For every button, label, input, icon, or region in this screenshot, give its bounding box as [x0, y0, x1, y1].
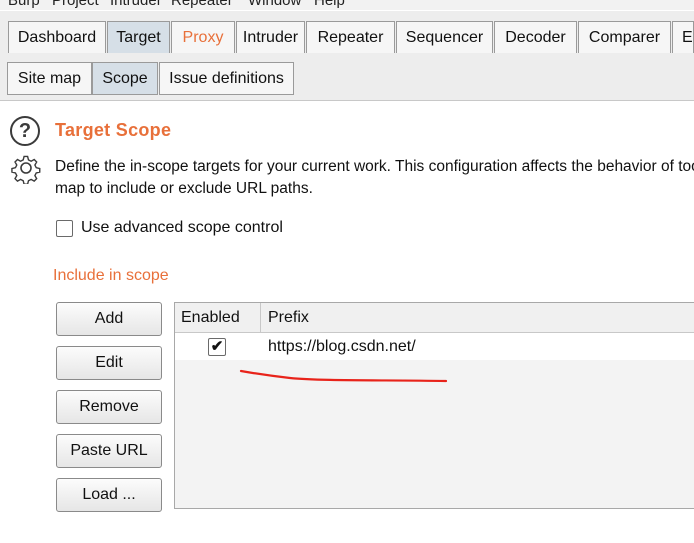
row-enabled-checkbox[interactable]: ✔ — [208, 338, 226, 356]
paste-url-button[interactable]: Paste URL — [56, 434, 162, 468]
main-tab-bar: Dashboard Target Proxy Intruder Repeater… — [0, 11, 694, 57]
menu-repeater[interactable]: Repeater — [171, 0, 233, 10]
add-button[interactable]: Add — [56, 302, 162, 336]
advanced-scope-label[interactable]: Use advanced scope control — [81, 219, 283, 237]
edit-button[interactable]: Edit — [56, 346, 162, 380]
subtab-scope[interactable]: Scope — [92, 62, 158, 95]
description-line-2: map to include or exclude URL paths. — [55, 180, 313, 197]
tab-comparer[interactable]: Comparer — [578, 21, 671, 53]
include-in-scope-label: Include in scope — [53, 267, 169, 284]
tab-dashboard[interactable]: Dashboard — [8, 21, 106, 53]
gear-icon[interactable] — [10, 152, 42, 184]
description-line-1: Define the in-scope targets for your cur… — [55, 158, 694, 175]
table-row[interactable]: ✔ https://blog.csdn.net/ — [175, 333, 694, 360]
tab-intruder[interactable]: Intruder — [236, 21, 305, 53]
menu-intruder[interactable]: Intruder — [110, 0, 162, 10]
tab-extender[interactable]: E — [672, 21, 694, 53]
load-button[interactable]: Load ... — [56, 478, 162, 512]
sub-tab-bar: Site map Scope Issue definitions — [0, 56, 694, 101]
tab-target[interactable]: Target — [107, 21, 170, 53]
tab-decoder[interactable]: Decoder — [494, 21, 577, 53]
remove-button[interactable]: Remove — [56, 390, 162, 424]
subtab-issue-definitions[interactable]: Issue definitions — [159, 62, 294, 95]
column-header-prefix[interactable]: Prefix — [268, 303, 309, 332]
table-header: Enabled Prefix — [175, 303, 694, 333]
menu-bar: Burp Project Intruder Repeater Window He… — [0, 0, 694, 10]
include-scope-table[interactable]: Enabled Prefix ✔ https://blog.csdn.net/ — [174, 302, 694, 509]
tab-repeater[interactable]: Repeater — [306, 21, 395, 53]
menu-help[interactable]: Help — [314, 0, 345, 10]
page-title: Target Scope — [55, 120, 172, 140]
help-circle-icon[interactable]: ? — [10, 116, 40, 146]
tab-proxy[interactable]: Proxy — [171, 21, 235, 53]
menu-project[interactable]: Project — [52, 0, 99, 10]
scope-description: Define the in-scope targets for your cur… — [55, 156, 694, 200]
column-divider[interactable] — [260, 303, 261, 332]
menu-burp[interactable]: Burp — [8, 0, 40, 10]
row-prefix: https://blog.csdn.net/ — [268, 338, 416, 355]
advanced-scope-checkbox[interactable] — [56, 220, 73, 237]
subtab-site-map[interactable]: Site map — [7, 62, 92, 95]
menu-window[interactable]: Window — [248, 0, 301, 10]
tab-sequencer[interactable]: Sequencer — [396, 21, 493, 53]
column-header-enabled[interactable]: Enabled — [181, 303, 240, 332]
